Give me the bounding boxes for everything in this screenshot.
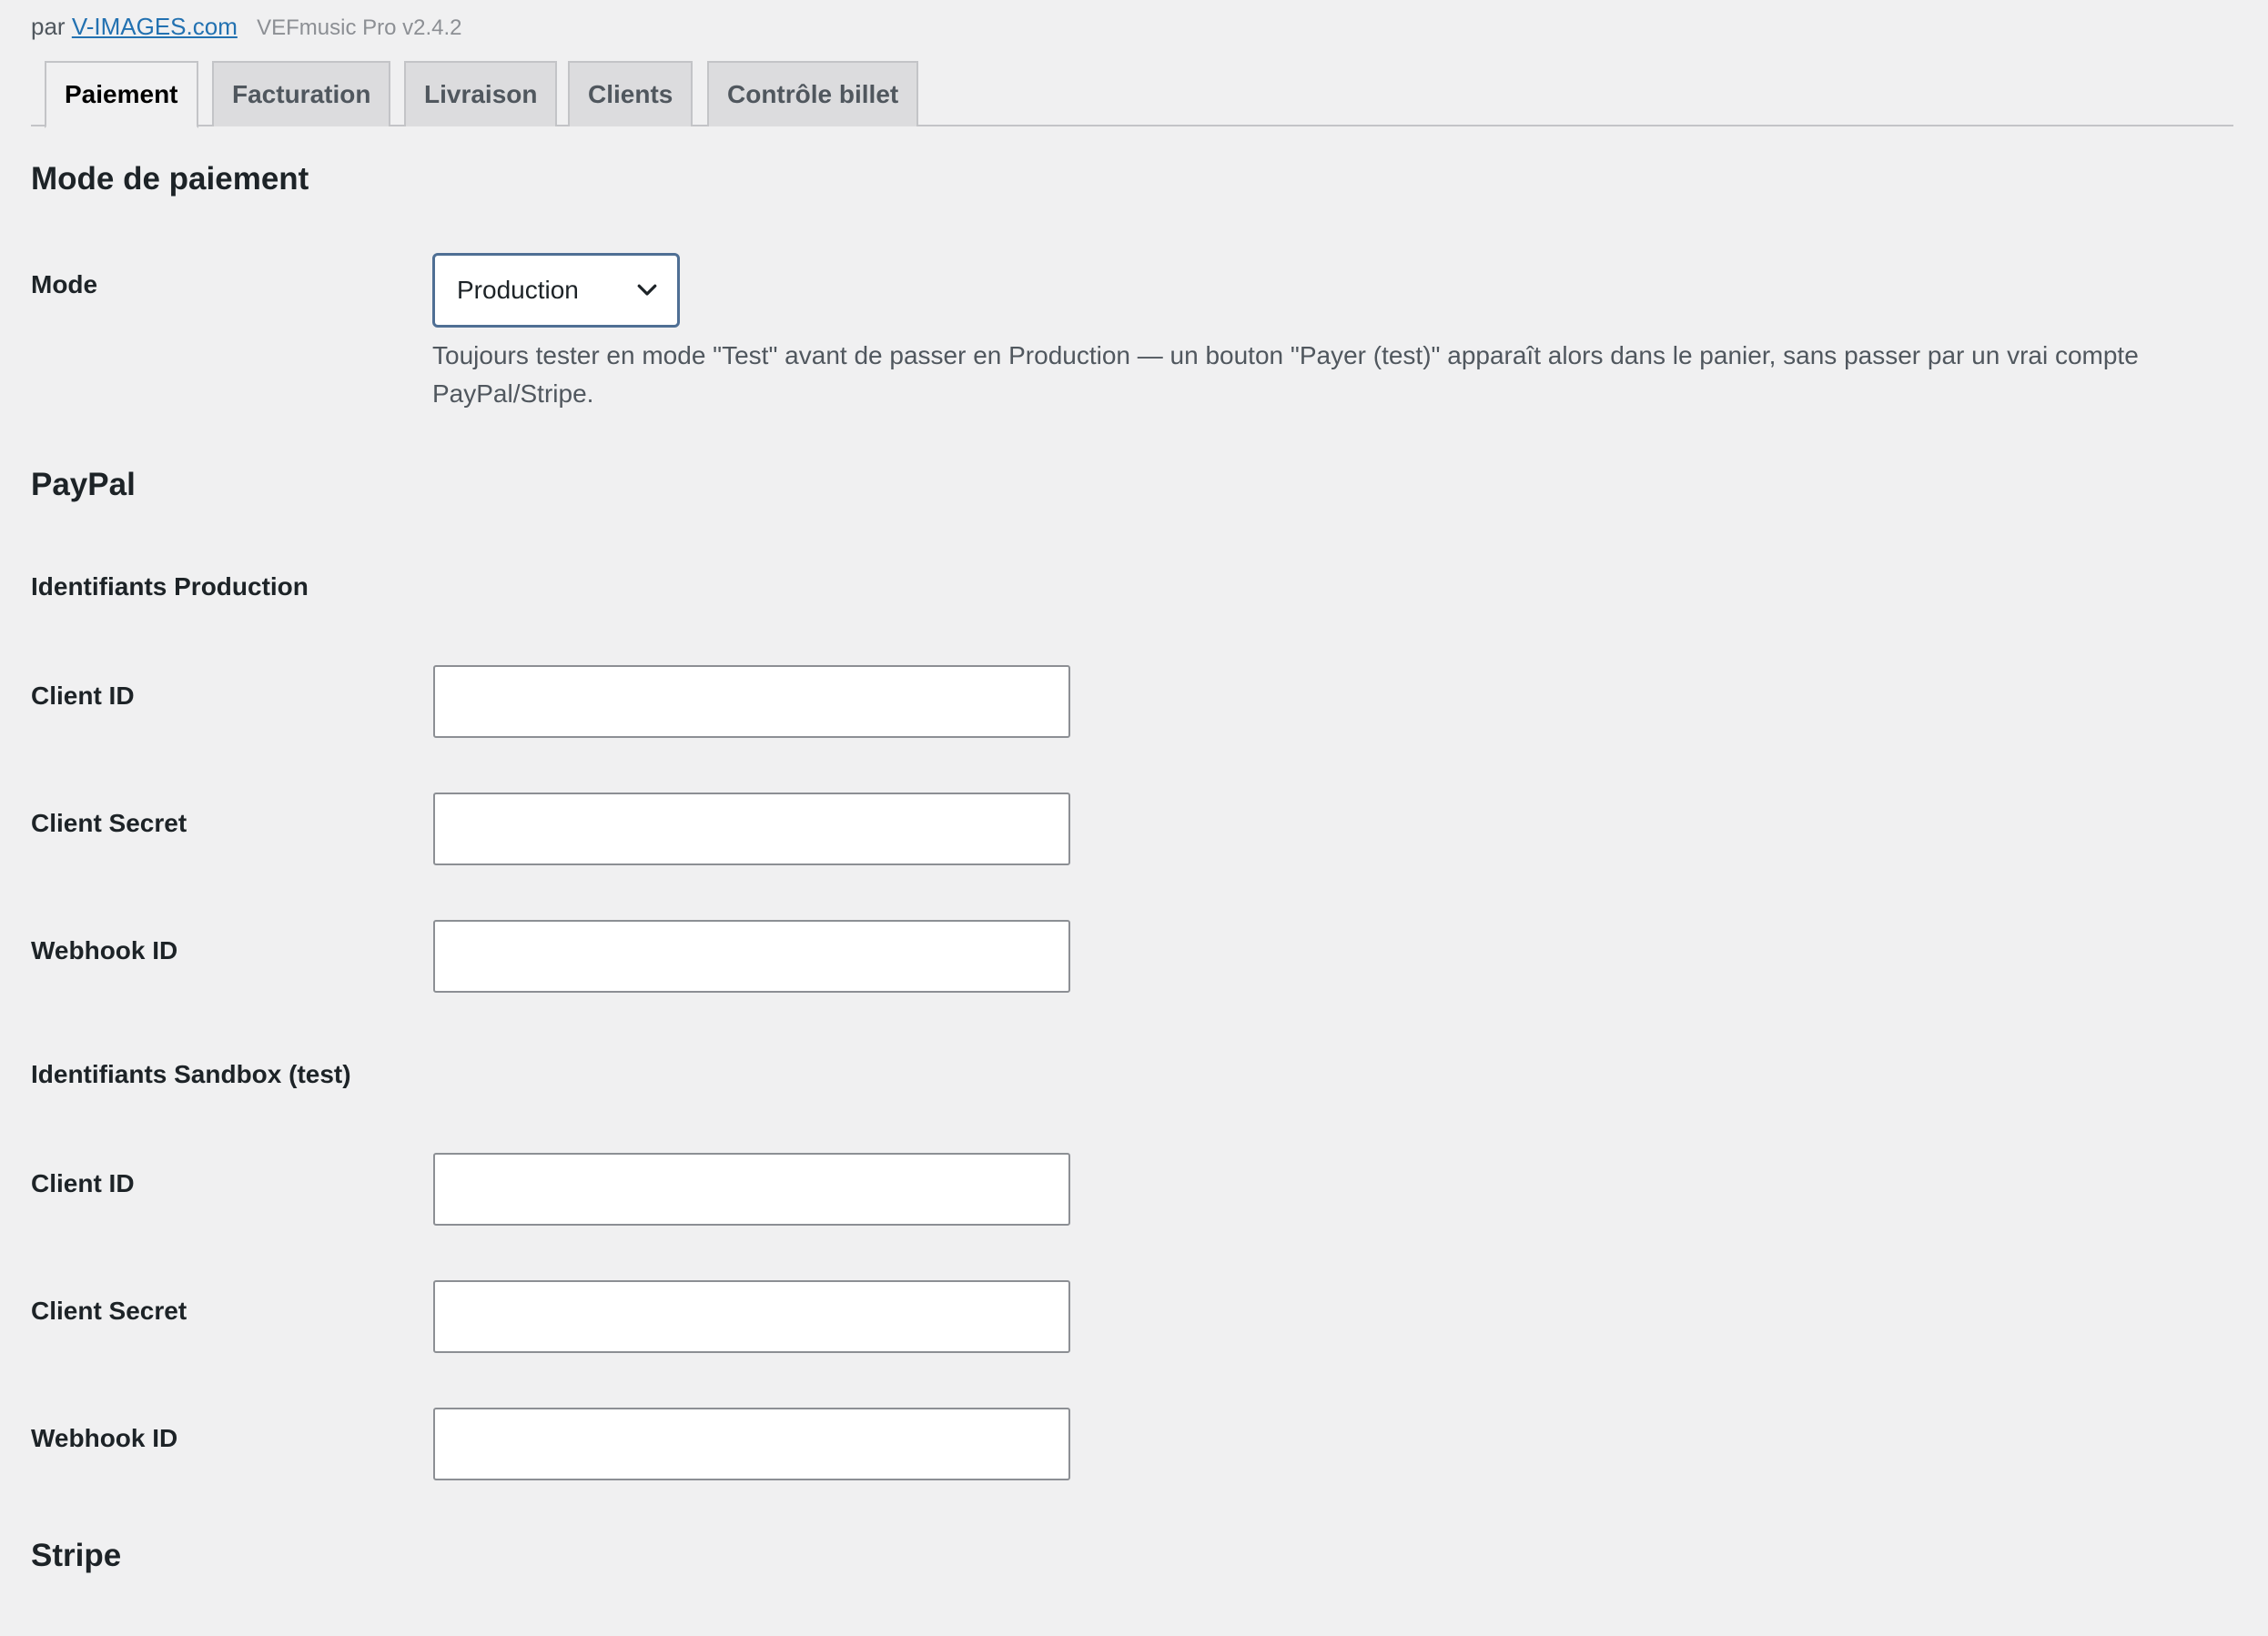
- sandbox-webhook-id-input[interactable]: [433, 1408, 1070, 1480]
- chevron-down-icon: [637, 284, 657, 296]
- sandbox-client-id-input[interactable]: [433, 1153, 1070, 1226]
- prod-webhook-id-input[interactable]: [433, 920, 1070, 993]
- version-label: VEFmusic Pro v2.4.2: [257, 15, 462, 40]
- sandbox-credentials-heading: Identifiants Sandbox (test): [31, 1060, 351, 1088]
- paypal-heading: PayPal: [31, 467, 136, 502]
- sandbox-client-secret-input[interactable]: [433, 1280, 1070, 1353]
- prod-client-id-label: Client ID: [31, 682, 135, 710]
- tab-livraison[interactable]: Livraison: [404, 61, 558, 126]
- sandbox-webhook-id-label: Webhook ID: [31, 1424, 178, 1452]
- mode-label: Mode: [31, 270, 98, 298]
- sandbox-client-secret-label: Client Secret: [31, 1297, 187, 1325]
- mode-select[interactable]: Production: [432, 253, 680, 328]
- production-credentials-heading: Identifiants Production: [31, 572, 309, 601]
- author-link[interactable]: V-IMAGES.com: [72, 13, 238, 40]
- stripe-heading: Stripe: [31, 1538, 122, 1573]
- prod-client-secret-label: Client Secret: [31, 809, 187, 837]
- tab-controle-billet[interactable]: Contrôle billet: [707, 61, 919, 126]
- prod-client-id-input[interactable]: [433, 665, 1070, 738]
- mode-description: Toujours tester en mode "Test" avant de …: [432, 341, 2139, 408]
- settings-page: par V-IMAGES.com VEFmusic Pro v2.4.2 Pai…: [0, 0, 2268, 1636]
- payment-mode-heading: Mode de paiement: [31, 161, 309, 197]
- plugin-byline: par V-IMAGES.com VEFmusic Pro v2.4.2: [31, 13, 462, 41]
- settings-tabs: Paiement Facturation Livraison Clients C…: [31, 61, 2233, 128]
- prod-client-secret-input[interactable]: [433, 793, 1070, 865]
- tab-facturation[interactable]: Facturation: [212, 61, 391, 126]
- mode-select-value: Production: [457, 276, 579, 304]
- prod-webhook-id-label: Webhook ID: [31, 936, 178, 964]
- byline-prefix: par: [31, 13, 66, 40]
- tab-paiement[interactable]: Paiement: [45, 61, 198, 128]
- tab-clients[interactable]: Clients: [568, 61, 694, 126]
- sandbox-client-id-label: Client ID: [31, 1169, 135, 1197]
